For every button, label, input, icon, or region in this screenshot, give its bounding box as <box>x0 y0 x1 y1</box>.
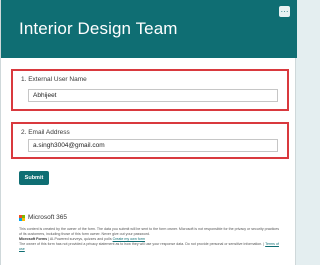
question-label: 1. External User Name <box>21 76 87 83</box>
privacy-notice: The owner of this form has not provided … <box>19 242 281 252</box>
form-title: Interior Design Team <box>19 19 178 38</box>
form-header: Interior Design Team ··· <box>1 0 297 58</box>
submit-button[interactable]: Submit <box>19 171 49 185</box>
logo-square-yellow <box>22 218 25 221</box>
disclaimer-text: This content is created by the owner of … <box>19 227 279 236</box>
footer-disclaimer: This content is created by the owner of … <box>19 227 281 252</box>
more-options-button[interactable]: ··· <box>279 6 290 17</box>
microsoft-365-label: Microsoft 365 <box>28 213 68 221</box>
question-external-user-name: 1. External User Name Abhijeet <box>11 69 289 111</box>
question-label: 2. Email Address <box>21 129 70 136</box>
microsoft-logo-icon <box>19 215 25 221</box>
question-email-address: 2. Email Address a.singh3004@gmail.com <box>11 122 289 159</box>
create-form-link[interactable]: Create my own form <box>113 237 145 241</box>
email-address-input[interactable]: a.singh3004@gmail.com <box>28 139 278 152</box>
ellipsis-icon: ··· <box>280 6 289 16</box>
privacy-text: The owner of this form has not provided … <box>19 242 266 246</box>
forms-promo-text: | AI-Powered surveys, quizzes and polls <box>47 237 113 241</box>
external-user-name-input[interactable]: Abhijeet <box>28 89 278 102</box>
forms-brand: Microsoft Forms <box>19 237 48 241</box>
form-card: Interior Design Team ··· 1. External Use… <box>0 0 297 265</box>
